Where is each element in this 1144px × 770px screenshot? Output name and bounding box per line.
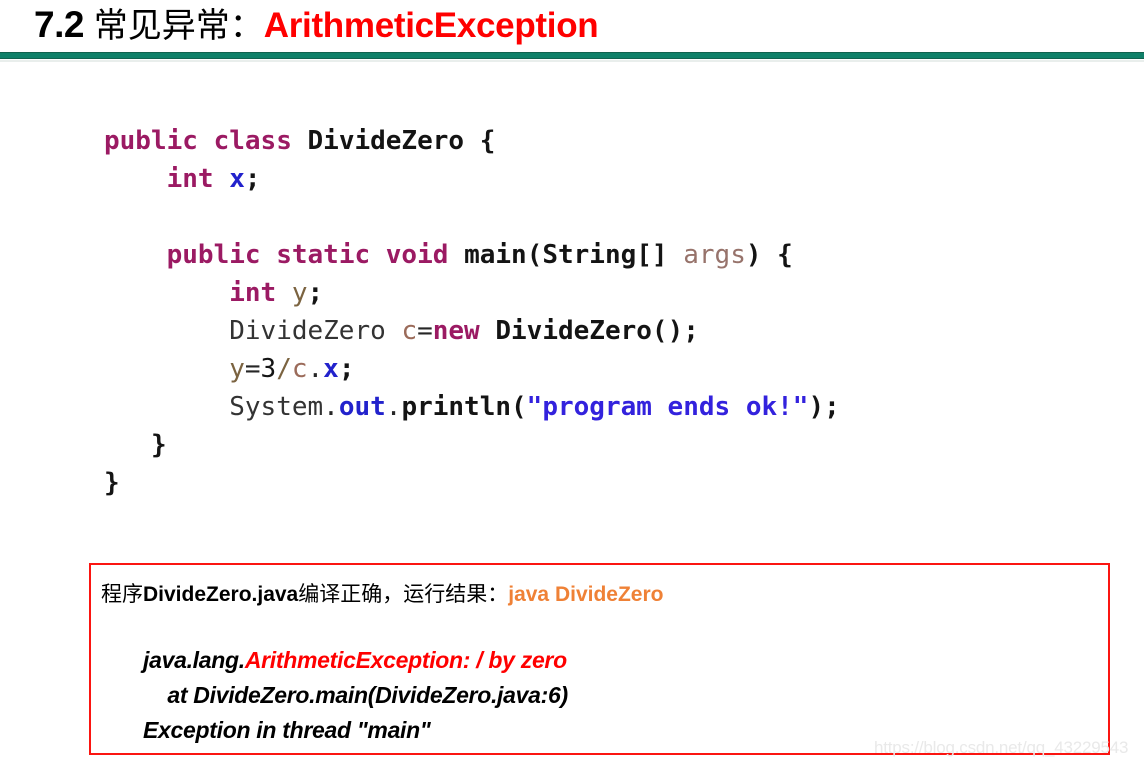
line-new-instance: DivideZero c=new DivideZero();	[104, 312, 840, 350]
trace-thread: Exception in thread "main"	[143, 713, 568, 748]
code-token: ;	[244, 164, 261, 194]
line-blank-1	[104, 198, 840, 236]
line-println: System.out.println("program ends ok!");	[104, 388, 840, 426]
code-token: out	[338, 392, 386, 422]
watermark: https://blog.csdn.net/qq_43229543	[874, 738, 1129, 757]
output-desc-command: java DivideZero	[508, 583, 664, 606]
code-token: .	[385, 392, 402, 422]
code-token: args	[683, 240, 746, 270]
code-token: (	[526, 240, 543, 270]
code-token: y	[291, 278, 308, 308]
trace-exception: java.lang.ArithmeticException: / by zero	[143, 643, 568, 678]
code-token: );	[808, 392, 840, 422]
line-divide: y=3/c.x;	[104, 350, 840, 388]
trace-segment: at DivideZero.main(DivideZero.java:6)	[143, 682, 568, 708]
code-token: class	[213, 126, 292, 156]
code-token: }	[104, 468, 120, 498]
output-desc-prefix: 程序	[101, 582, 143, 606]
code-token: =	[244, 354, 261, 384]
code-token: ;	[338, 354, 355, 384]
line-main-sig: public static void main(String[] args) {	[104, 236, 840, 274]
code-token: void	[385, 240, 449, 270]
code-token: ;	[307, 278, 324, 308]
page-title: 7.2 常见异常：ArithmeticException	[34, 2, 599, 48]
code-token: ();	[651, 316, 699, 346]
code-token: c	[291, 354, 308, 384]
code-token: System	[229, 392, 324, 422]
code-token: []	[636, 240, 668, 270]
code-token: )	[745, 240, 762, 270]
code-token: public	[166, 240, 261, 270]
line-local-y: int y;	[104, 274, 840, 312]
line-class-decl: public class DivideZero {	[104, 122, 840, 160]
title-divider-shadow	[0, 60, 1144, 62]
title-chinese-text: 常见异常：	[93, 6, 264, 46]
code-token: x	[229, 164, 245, 194]
code-token: main	[464, 240, 527, 270]
code-token: y	[229, 354, 245, 384]
code-token: public	[104, 126, 198, 156]
code-token: String	[542, 240, 637, 270]
code-token: x	[323, 354, 339, 384]
code-token: DivideZero	[229, 316, 386, 346]
output-description-line: 程序DivideZero.java编译正确，运行结果：java DivideZe…	[101, 579, 663, 612]
code-token: }	[150, 430, 167, 460]
java-code-block: public class DivideZero { int x; public …	[104, 122, 840, 502]
trace-at: at DivideZero.main(DivideZero.java:6)	[143, 678, 568, 713]
code-token: println	[401, 392, 512, 422]
code-token: static	[276, 240, 371, 270]
code-token: new	[432, 316, 480, 346]
title-exception-name: ArithmeticException	[263, 6, 599, 45]
code-token: int	[166, 164, 214, 194]
trace-segment: ArithmeticException: / by zero	[244, 647, 567, 673]
trace-segment: Exception in thread "main"	[143, 717, 431, 743]
code-token: {	[777, 240, 793, 270]
code-token: DivideZero	[495, 316, 652, 346]
program-output-box: 程序DivideZero.java编译正确，运行结果：java DivideZe…	[89, 563, 1110, 755]
line-field-x: int x;	[104, 160, 840, 198]
output-desc-filename: DivideZero.java	[143, 583, 299, 606]
code-token: {	[479, 126, 496, 156]
trace-segment: java.lang.	[143, 647, 245, 673]
code-token: int	[229, 278, 277, 308]
line-close-main: }	[104, 426, 840, 464]
title-space	[84, 4, 94, 45]
code-token: =	[417, 316, 433, 346]
code-token: .	[323, 392, 339, 422]
title-section-number: 7.2	[34, 4, 84, 45]
output-desc-middle: 编译正确，运行结果：	[298, 582, 509, 606]
code-token: 3	[260, 354, 277, 384]
stack-trace-block: java.lang.ArithmeticException: / by zero…	[143, 643, 568, 748]
title-divider	[0, 52, 1144, 59]
line-close-class: }	[104, 464, 840, 502]
code-token: /	[276, 354, 292, 384]
code-token: .	[307, 354, 324, 384]
code-token: (	[511, 392, 527, 422]
code-token: c	[401, 316, 418, 346]
code-token: "program ends ok!"	[526, 392, 809, 422]
code-token: DivideZero	[307, 126, 465, 156]
